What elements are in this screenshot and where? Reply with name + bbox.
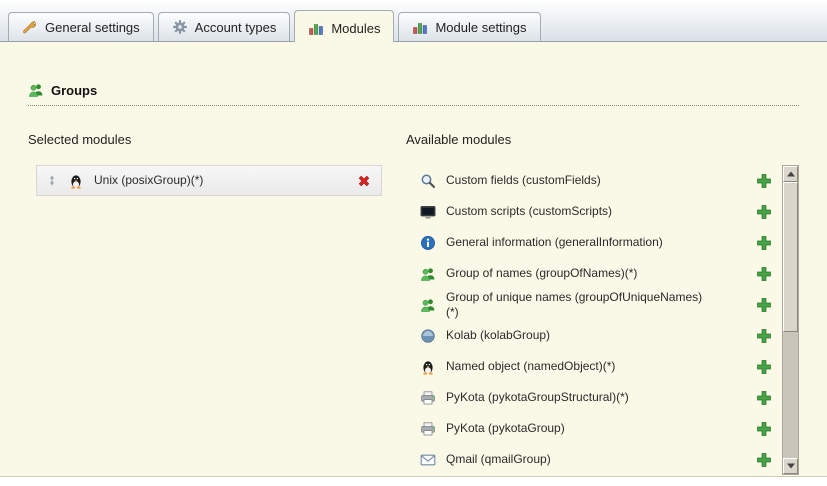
tab-account-types[interactable]: Account types [158, 12, 291, 41]
module-label: Group of names (groupOfNames)(*) [446, 266, 637, 281]
groups-icon [420, 297, 436, 313]
available-modules-wrap: Custom fields (customFields) Custom scrip… [406, 165, 799, 475]
available-module-row: PyKota (pykotaGroupStructural)(*) [406, 382, 782, 413]
drag-handle-icon[interactable] [46, 173, 58, 188]
tab-general-settings[interactable]: General settings [8, 12, 154, 41]
page-title: Groups [28, 82, 799, 106]
module-label: PyKota (pykotaGroupStructural)(*) [446, 390, 629, 405]
tab-label: Module settings [435, 20, 526, 35]
tux-icon [68, 173, 84, 189]
scrollbar [782, 165, 799, 475]
modules-icon [308, 20, 324, 36]
available-module-row: Group of unique names (groupOfUniqueName… [406, 289, 782, 320]
add-module-button[interactable] [756, 452, 772, 468]
tux-icon [420, 359, 436, 375]
mail-icon [420, 452, 436, 468]
selected-modules-heading: Selected modules [28, 132, 390, 147]
groups-icon [420, 266, 436, 282]
available-modules-heading: Available modules [406, 132, 799, 147]
gear-icon [172, 19, 188, 35]
tab-modules[interactable]: Modules [294, 10, 394, 42]
page-title-text: Groups [51, 83, 97, 98]
tab-label: Modules [331, 21, 380, 36]
module-label: Custom fields (customFields) [446, 173, 601, 188]
tab-bar: General settings Account types Modules Modu… [0, 0, 827, 42]
wrench-icon [22, 19, 38, 35]
add-module-button[interactable] [756, 266, 772, 282]
tab-module-settings[interactable]: Module settings [398, 12, 540, 41]
scroll-up-icon[interactable] [783, 166, 798, 182]
modules-tab-content: Groups Selected modules Unix (posixGroup… [0, 42, 827, 477]
available-module-row: Qmail (qmailGroup) [406, 444, 782, 475]
add-module-button[interactable] [756, 328, 772, 344]
kolab-icon [420, 328, 436, 344]
add-module-button[interactable] [756, 204, 772, 220]
add-module-button[interactable] [756, 421, 772, 437]
tab-label: Account types [195, 20, 277, 35]
module-label: Group of unique names (groupOfUniqueName… [446, 290, 714, 320]
tab-label: General settings [45, 20, 140, 35]
available-module-row: Custom scripts (customScripts) [406, 196, 782, 227]
module-label: Custom scripts (customScripts) [446, 204, 612, 219]
module-label: PyKota (pykotaGroup) [446, 421, 565, 436]
available-modules-column: Available modules Custom fields (customF… [406, 132, 799, 475]
available-module-row: Kolab (kolabGroup) [406, 320, 782, 351]
scroll-down-icon[interactable] [783, 458, 798, 474]
magnifier-icon [420, 173, 436, 189]
module-label: General information (generalInformation) [446, 235, 663, 250]
remove-module-button[interactable] [356, 173, 372, 189]
add-module-button[interactable] [756, 297, 772, 313]
module-label: Kolab (kolabGroup) [446, 328, 550, 343]
modules-columns: Selected modules Unix (posixGroup)(*) Av… [28, 132, 799, 475]
available-modules-list: Custom fields (customFields) Custom scrip… [406, 165, 782, 475]
printer-icon [420, 421, 436, 437]
available-module-row: Named object (namedObject)(*) [406, 351, 782, 382]
add-module-button[interactable] [756, 390, 772, 406]
available-module-row: General information (generalInformation) [406, 227, 782, 258]
terminal-icon [420, 204, 436, 220]
add-module-button[interactable] [756, 235, 772, 251]
add-module-button[interactable] [756, 359, 772, 375]
module-label: Unix (posixGroup)(*) [94, 173, 346, 188]
selected-modules-list: Unix (posixGroup)(*) [28, 165, 390, 196]
groups-icon [28, 82, 44, 98]
available-module-row: Custom fields (customFields) [406, 165, 782, 196]
available-module-row: Group of names (groupOfNames)(*) [406, 258, 782, 289]
selected-modules-column: Selected modules Unix (posixGroup)(*) [28, 132, 390, 475]
scrollbar-track[interactable] [783, 182, 798, 458]
add-module-button[interactable] [756, 173, 772, 189]
module-label: Named object (namedObject)(*) [446, 359, 615, 374]
info-icon [420, 235, 436, 251]
modules-icon [412, 19, 428, 35]
available-module-row: PyKota (pykotaGroup) [406, 413, 782, 444]
selected-module-row: Unix (posixGroup)(*) [36, 165, 382, 196]
printer-icon [420, 390, 436, 406]
module-label: Qmail (qmailGroup) [446, 452, 551, 467]
scrollbar-thumb[interactable] [783, 182, 798, 332]
